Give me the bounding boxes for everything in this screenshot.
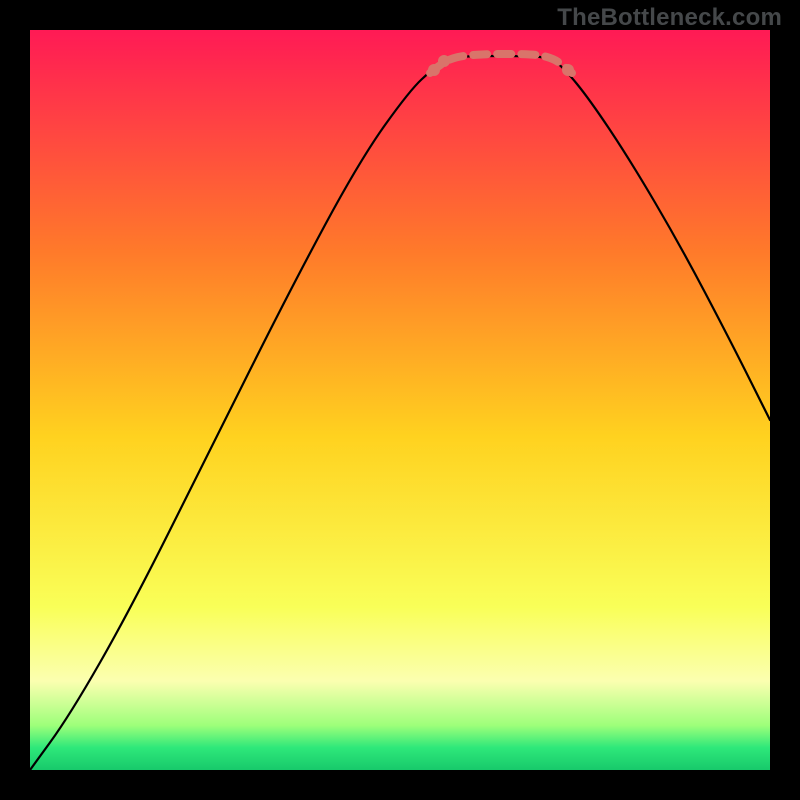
marker-dot [438,55,450,67]
marker-dot [562,64,574,76]
chart-frame: TheBottleneck.com [0,0,800,800]
bottleneck-plot [30,30,770,770]
gradient-panel [30,30,770,770]
watermark-text: TheBottleneck.com [557,4,782,32]
marker-dot [428,64,440,76]
